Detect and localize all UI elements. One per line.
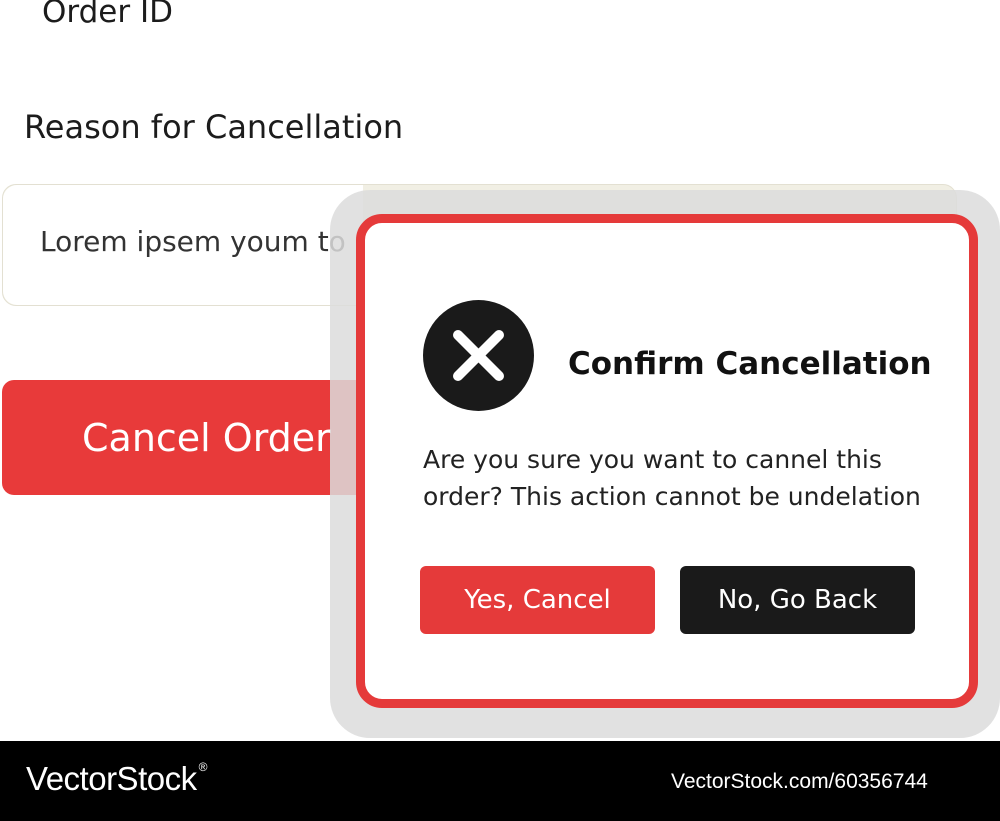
order-id-label: Order ID <box>42 0 173 30</box>
footer-image-ref: VectorStock.com/60356744 <box>671 770 928 793</box>
yes-cancel-button[interactable]: Yes, Cancel <box>420 566 655 634</box>
no-go-back-button[interactable]: No, Go Back <box>680 566 915 634</box>
close-circle-icon <box>423 300 534 411</box>
cancel-order-button[interactable]: Cancel Order <box>2 380 374 495</box>
footer-brand: VectorStock ® <box>26 760 207 797</box>
reason-label: Reason for Cancellation <box>24 108 404 146</box>
reason-input-text: Lorem ipsem youm to <box>40 225 346 258</box>
dialog-title: Confirm Cancellation <box>568 346 932 382</box>
dialog-message: Are you sure you want to cannel this ord… <box>423 445 921 511</box>
